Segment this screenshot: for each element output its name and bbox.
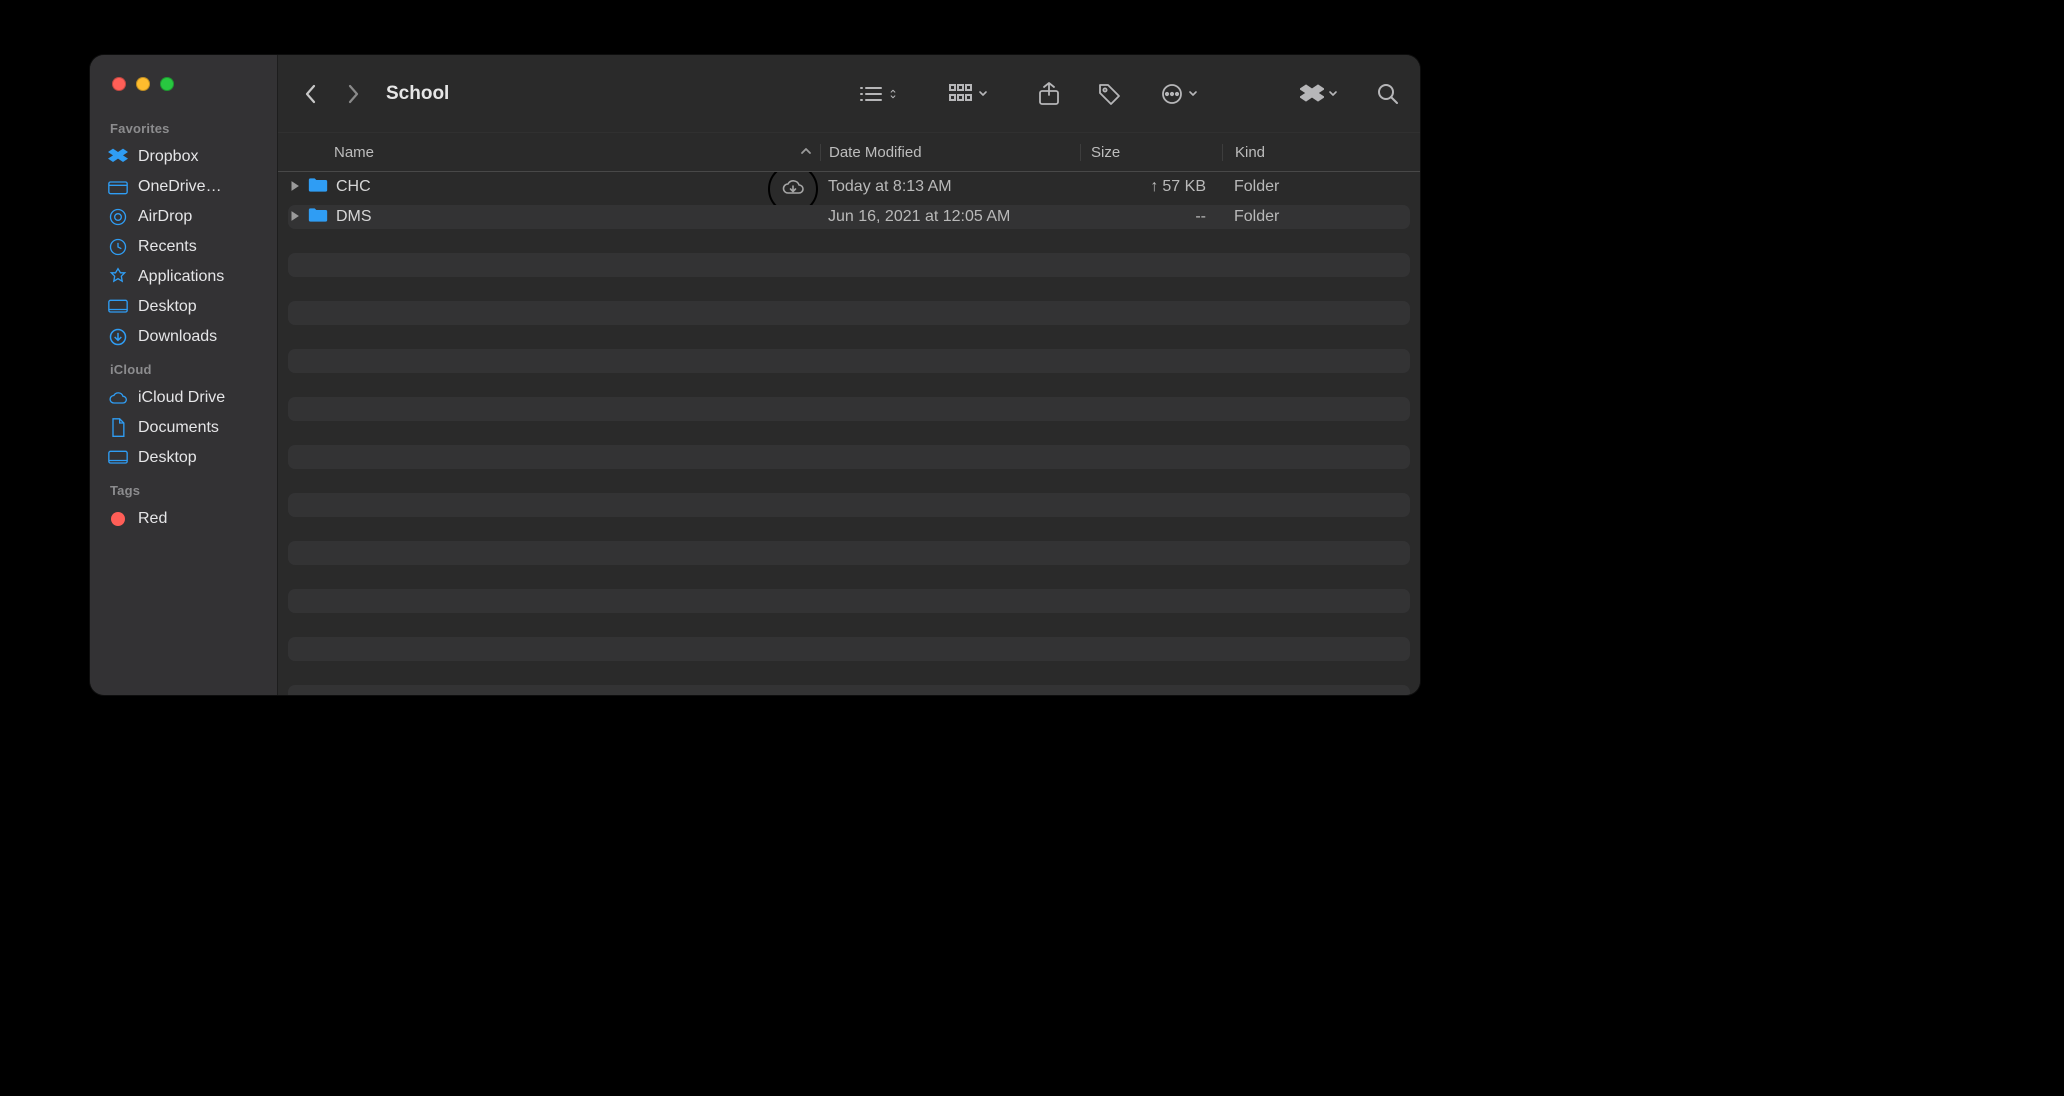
sidebar-item-label: AirDrop xyxy=(138,208,192,226)
sidebar-item-recents[interactable]: Recents xyxy=(90,232,277,262)
desktop-icon xyxy=(108,448,128,468)
upload-indicator-icon: ↑ xyxy=(1150,178,1158,195)
tag-dot-icon xyxy=(108,509,128,529)
sort-ascending-icon xyxy=(800,144,812,161)
sidebar-item-applications[interactable]: Applications xyxy=(90,262,277,292)
sidebar-item-dropbox[interactable]: Dropbox xyxy=(90,142,277,172)
folder-icon xyxy=(308,177,328,198)
search-button[interactable] xyxy=(1376,82,1400,106)
file-name: CHC xyxy=(336,178,371,196)
dropbox-icon xyxy=(108,147,128,167)
sidebar-item-icloud-drive[interactable]: iCloud Drive xyxy=(90,383,277,413)
share-button[interactable] xyxy=(1038,82,1060,106)
window-title: School xyxy=(386,83,449,105)
sidebar-item-label: Documents xyxy=(138,419,219,437)
traffic-lights xyxy=(90,77,277,111)
sidebar-item-desktop[interactable]: Desktop xyxy=(90,292,277,322)
back-button[interactable] xyxy=(296,79,326,109)
sidebar-item-label: Downloads xyxy=(138,328,217,346)
sidebar-item-downloads[interactable]: Downloads xyxy=(90,322,277,352)
view-mode-button[interactable] xyxy=(858,84,898,104)
sidebar-item-label: Red xyxy=(138,510,167,528)
sidebar-section-title: Favorites xyxy=(90,111,277,142)
file-kind: Folder xyxy=(1222,208,1420,226)
sidebar-item-label: Desktop xyxy=(138,298,197,316)
file-size: ↑57 KB xyxy=(1080,178,1222,196)
sidebar-item-label: iCloud Drive xyxy=(138,389,225,407)
applications-icon xyxy=(108,267,128,287)
sidebar-section-title: Tags xyxy=(90,473,277,504)
file-modified: Jun 16, 2021 at 12:05 AM xyxy=(820,208,1080,226)
column-headers: Name Date Modified Size Kind xyxy=(278,133,1420,172)
airdrop-icon xyxy=(108,207,128,227)
sidebar-item-label: Applications xyxy=(138,268,224,286)
sidebar-item-desktop-icloud[interactable]: Desktop xyxy=(90,443,277,473)
main-pane: School xyxy=(278,55,1420,695)
file-list: CHC Today at 8:13 AM ↑57 KB Folder DMS xyxy=(278,172,1420,695)
documents-icon xyxy=(108,418,128,438)
tags-button[interactable] xyxy=(1098,82,1122,106)
desktop-icon xyxy=(108,297,128,317)
disclosure-triangle-icon[interactable] xyxy=(290,208,300,226)
file-kind: Folder xyxy=(1222,178,1420,196)
sidebar-item-label: Dropbox xyxy=(138,148,198,166)
finder-window: Favorites Dropbox OneDrive… AirDrop Rece… xyxy=(90,55,1420,695)
column-header-size[interactable]: Size xyxy=(1080,144,1222,161)
sidebar-item-airdrop[interactable]: AirDrop xyxy=(90,202,277,232)
dropbox-menu-button[interactable] xyxy=(1300,84,1338,104)
column-header-kind[interactable]: Kind xyxy=(1222,144,1420,161)
zoom-button[interactable] xyxy=(160,77,174,91)
sidebar-item-label: Recents xyxy=(138,238,197,256)
forward-button[interactable] xyxy=(338,79,368,109)
column-header-name[interactable]: Name xyxy=(278,144,820,161)
cloud-icon xyxy=(108,388,128,408)
actions-button[interactable] xyxy=(1160,82,1198,106)
disclosure-triangle-icon[interactable] xyxy=(290,178,300,196)
folder-icon xyxy=(308,207,328,228)
recents-icon xyxy=(108,237,128,257)
group-by-button[interactable] xyxy=(948,83,988,105)
sidebar: Favorites Dropbox OneDrive… AirDrop Rece… xyxy=(90,55,278,695)
sidebar-item-tag-red[interactable]: Red xyxy=(90,504,277,534)
column-header-modified[interactable]: Date Modified xyxy=(820,144,1080,161)
minimize-button[interactable] xyxy=(136,77,150,91)
close-button[interactable] xyxy=(112,77,126,91)
file-size: -- xyxy=(1080,208,1222,226)
sidebar-item-onedrive[interactable]: OneDrive… xyxy=(90,172,277,202)
row-stripes xyxy=(278,172,1420,695)
sidebar-section-title: iCloud xyxy=(90,352,277,383)
downloads-icon xyxy=(108,327,128,347)
toolbar: School xyxy=(278,55,1420,133)
sidebar-item-label: Desktop xyxy=(138,449,197,467)
file-row[interactable]: CHC Today at 8:13 AM ↑57 KB Folder xyxy=(278,172,1420,202)
file-name: DMS xyxy=(336,208,372,226)
file-modified: Today at 8:13 AM xyxy=(820,178,1080,196)
file-row[interactable]: DMS Jun 16, 2021 at 12:05 AM -- Folder xyxy=(278,202,1420,232)
sidebar-item-documents[interactable]: Documents xyxy=(90,413,277,443)
sidebar-item-label: OneDrive… xyxy=(138,178,222,196)
folder-icon xyxy=(108,177,128,197)
